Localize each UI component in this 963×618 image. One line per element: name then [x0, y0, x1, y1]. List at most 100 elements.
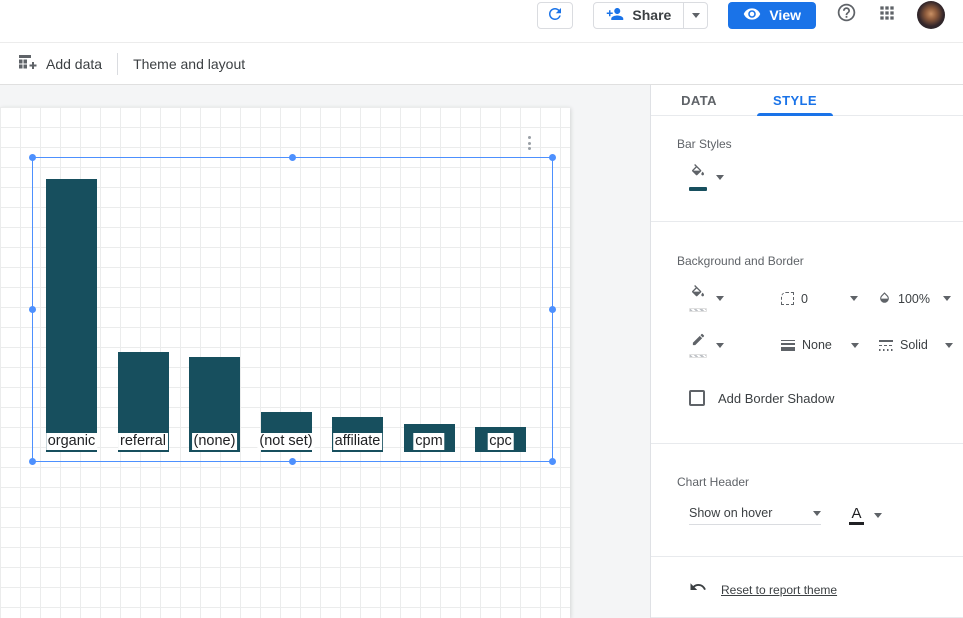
caret-down-icon[interactable]: [716, 343, 724, 348]
border-color-picker[interactable]: [689, 332, 707, 358]
toolbar-separator: [117, 53, 118, 75]
bar-fill-color-swatch: [689, 187, 707, 191]
border-style-value: Solid: [900, 338, 938, 352]
selection-handle-bottom-right[interactable]: [549, 458, 556, 465]
rounded-corner-icon: [781, 292, 794, 305]
opacity-icon: [878, 291, 891, 307]
main-area: organic referral (none) (not set) affiliate c…: [0, 85, 963, 618]
bar-column[interactable]: affiliate: [322, 157, 393, 452]
add-data-icon: [18, 54, 37, 74]
refresh-button[interactable]: [537, 2, 573, 29]
caret-down-icon: [692, 13, 700, 18]
chart-options-menu[interactable]: [526, 134, 533, 152]
line-weight-icon: [781, 340, 795, 351]
chart-header-mode-select[interactable]: Show on hover: [689, 506, 821, 525]
bar-label: cpc: [487, 433, 514, 450]
bar-label: affiliate: [333, 433, 383, 450]
pencil-icon: [691, 332, 706, 352]
corner-radius-select[interactable]: 0: [781, 292, 858, 306]
paint-bucket-icon: [690, 164, 706, 185]
caret-down-icon: [851, 343, 859, 348]
share-button[interactable]: Share: [594, 3, 683, 28]
apps-button[interactable]: [877, 3, 897, 28]
chart-header-mode-value: Show on hover: [689, 506, 772, 520]
selection-handle-top-center[interactable]: [289, 154, 296, 161]
person-add-icon: [606, 5, 624, 26]
caret-down-icon[interactable]: [716, 175, 724, 180]
text-color-icon: A: [849, 506, 864, 525]
bar-column[interactable]: (none): [179, 157, 250, 452]
caret-down-icon: [945, 343, 953, 348]
tab-style[interactable]: STYLE: [747, 85, 843, 115]
canvas-workspace[interactable]: organic referral (none) (not set) affiliate c…: [0, 85, 650, 618]
border-weight-value: None: [802, 338, 844, 352]
divider: [651, 221, 963, 222]
canvas-page[interactable]: organic referral (none) (not set) affiliate c…: [0, 107, 570, 618]
bar-label: (none): [192, 433, 238, 450]
avatar[interactable]: [917, 1, 945, 29]
caret-down-icon: [850, 296, 858, 301]
bar-label: (not set): [257, 433, 314, 450]
header-font-color-picker[interactable]: A: [849, 506, 882, 525]
share-button-label: Share: [632, 7, 671, 23]
bar-organic[interactable]: [46, 179, 97, 452]
paint-bucket-icon: [690, 285, 706, 306]
selection-handle-bottom-left[interactable]: [29, 458, 36, 465]
bar-fill-color-picker[interactable]: [689, 164, 707, 191]
divider: [651, 443, 963, 444]
toolbar: Add data Theme and layout: [0, 43, 963, 85]
view-button[interactable]: View: [728, 2, 816, 29]
selection-handle-top-left[interactable]: [29, 154, 36, 161]
bar-label: referral: [118, 433, 168, 450]
add-border-shadow-checkbox[interactable]: [689, 390, 705, 406]
top-bar-actions: Share View: [537, 1, 945, 29]
bar-chart[interactable]: organic referral (none) (not set) affiliate c…: [36, 157, 536, 452]
caret-down-icon: [813, 511, 821, 516]
selection-handle-middle-right[interactable]: [549, 306, 556, 313]
bar-styles-title: Bar Styles: [677, 137, 963, 151]
view-button-label: View: [769, 7, 801, 23]
top-bar: Share View: [0, 0, 963, 43]
bar-column[interactable]: referral: [108, 157, 179, 452]
selection-handle-bottom-center[interactable]: [289, 458, 296, 465]
more-vert-icon: [528, 136, 531, 139]
panel-tabs: DATA STYLE: [651, 85, 963, 116]
border-weight-select[interactable]: None: [781, 338, 859, 352]
reset-to-report-theme-link[interactable]: Reset to report theme: [721, 583, 837, 597]
corner-radius-value: 0: [801, 292, 843, 306]
refresh-icon: [546, 5, 564, 26]
add-data-button[interactable]: Add data: [18, 54, 102, 74]
bar-label: cpm: [413, 433, 444, 450]
tab-data[interactable]: DATA: [651, 85, 747, 115]
chart-header-title: Chart Header: [677, 475, 963, 489]
opacity-value: 100%: [898, 292, 936, 306]
add-border-shadow-label: Add Border Shadow: [718, 391, 834, 406]
bar-column[interactable]: cpc: [465, 157, 536, 452]
theme-layout-label: Theme and layout: [133, 56, 245, 72]
bar-column[interactable]: organic: [36, 157, 107, 452]
share-split-button: Share: [593, 2, 708, 29]
caret-down-icon[interactable]: [716, 296, 724, 301]
selection-handle-middle-left[interactable]: [29, 306, 36, 313]
caret-down-icon: [874, 513, 882, 518]
background-border-title: Background and Border: [677, 254, 963, 268]
properties-panel: DATA STYLE Bar Styles: [650, 85, 963, 618]
undo-icon: [689, 578, 707, 601]
app-window: Share View: [0, 0, 963, 618]
opacity-select[interactable]: 100%: [878, 291, 951, 307]
share-dropdown-button[interactable]: [683, 3, 707, 28]
eye-icon: [743, 5, 761, 26]
background-fill-color-swatch: [689, 308, 707, 312]
help-button[interactable]: [836, 2, 857, 28]
background-fill-color-picker[interactable]: [689, 285, 707, 312]
add-data-label: Add data: [46, 56, 102, 72]
divider: [651, 556, 963, 557]
bar-column[interactable]: (not set): [251, 157, 322, 452]
caret-down-icon: [943, 296, 951, 301]
bar-label: organic: [46, 433, 98, 450]
border-style-select[interactable]: Solid: [879, 338, 953, 352]
bar-column[interactable]: cpm: [394, 157, 465, 452]
theme-and-layout-button[interactable]: Theme and layout: [133, 56, 245, 72]
selection-handle-top-right[interactable]: [549, 154, 556, 161]
apps-grid-icon: [877, 3, 897, 28]
